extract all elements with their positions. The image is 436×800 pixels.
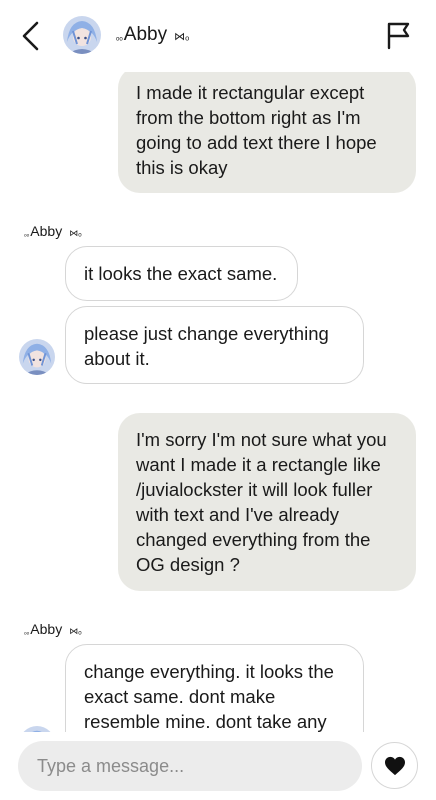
message-line: changed everything from the [136, 529, 371, 550]
message-line: /juvialockster it will look fuller [136, 479, 373, 500]
sender-prefix: ₒₒ [24, 231, 30, 238]
message-line: this is okay [136, 157, 228, 178]
message-bubble-incoming[interactable]: change everything. it looks the exact sa… [65, 644, 364, 732]
sender-prefix: ₒₒ [24, 629, 30, 636]
message-line: change everything. it looks the [84, 661, 334, 682]
sender-label: ₒₒ Abby ⋈ₒ [24, 223, 82, 239]
heart-icon [384, 756, 405, 775]
message-feed[interactable]: I made it rectangular except from the bo… [0, 72, 436, 732]
like-button[interactable] [371, 742, 418, 789]
contact-name[interactable]: ₒₒ Abby ⋈ₒ [116, 24, 189, 46]
message-bubble-outgoing[interactable]: I'm sorry I'm not sure what you want I m… [118, 413, 416, 591]
avatar[interactable] [63, 16, 101, 54]
message-line: please just change everything [84, 323, 329, 344]
message-line: it looks the exact same. [84, 263, 278, 284]
name-suffix: ⋈ₒ [174, 31, 190, 43]
message-bubble-incoming[interactable]: it looks the exact same. [65, 246, 298, 301]
sender-suffix: ⋈ₒ [69, 626, 82, 636]
sender-name: Abby [30, 621, 63, 637]
message-line: exact same. dont make [84, 686, 276, 707]
avatar[interactable] [19, 339, 55, 375]
chevron-left-icon[interactable] [18, 20, 42, 52]
message-line: I'm sorry I'm not sure what you [136, 429, 387, 450]
message-line: want I made it a rectangle like [136, 454, 381, 475]
message-line: I made it rectangular except [136, 82, 365, 103]
message-bubble-incoming[interactable]: please just change everything about it. [65, 306, 364, 384]
sender-label: ₒₒ Abby ⋈ₒ [24, 621, 82, 637]
sender-suffix: ⋈ₒ [69, 228, 82, 238]
name-text: Abby [123, 24, 168, 45]
message-line: OG design ? [136, 554, 240, 575]
message-line: with text and I've already [136, 504, 340, 525]
message-line: from the bottom right as I'm [136, 107, 361, 128]
message-line: going to add text there I hope [136, 132, 377, 153]
message-input[interactable] [18, 741, 362, 791]
message-line: resemble mine. dont take any [84, 711, 327, 732]
message-bubble-outgoing[interactable]: I made it rectangular except from the bo… [118, 72, 416, 193]
flag-icon[interactable] [385, 20, 415, 50]
message-composer [0, 732, 436, 800]
chat-header: ₒₒ Abby ⋈ₒ [0, 0, 436, 72]
sender-name: Abby [30, 223, 63, 239]
message-line: about it. [84, 348, 150, 369]
name-prefix: ₒₒ [116, 32, 123, 42]
